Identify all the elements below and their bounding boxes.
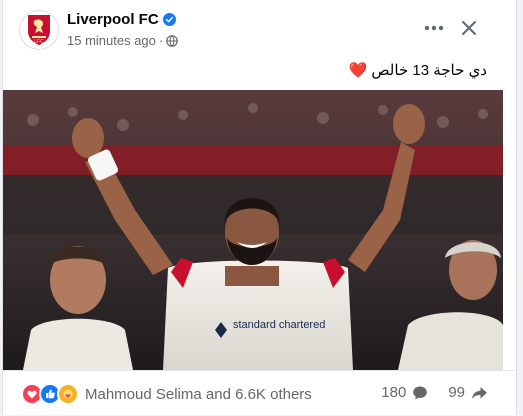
scrollbar[interactable] <box>517 0 523 415</box>
post-caption: دي حاجة 13 خالص ❤️ <box>348 62 487 79</box>
sponsor-text: standard chartered <box>233 319 325 331</box>
post-photo[interactable]: standard chartered <box>3 90 503 370</box>
liverpool-crest-icon: LFC <box>28 15 50 45</box>
post-footer: Mahmoud Selima and 6.6K others 180 99 <box>3 370 516 416</box>
share-icon[interactable] <box>471 385 488 401</box>
globe-icon[interactable] <box>166 34 179 47</box>
verified-badge-icon <box>162 13 176 26</box>
comments-count[interactable]: 180 <box>381 384 406 401</box>
care-icon <box>57 383 79 405</box>
post-card: LFC Liverpool FC 15 minutes ago · دي حاج… <box>2 0 517 415</box>
post-header: LFC Liverpool FC 15 minutes ago · <box>3 0 516 60</box>
page-name[interactable]: Liverpool FC <box>67 11 159 28</box>
celebration-photo: standard chartered <box>3 90 503 370</box>
reactions-summary[interactable]: Mahmoud Selima and 6.6K others <box>21 383 312 405</box>
comment-icon[interactable] <box>412 385 428 401</box>
post-timestamp[interactable]: 15 minutes ago <box>67 33 156 48</box>
close-button[interactable] <box>451 10 487 46</box>
more-options-button[interactable] <box>416 10 452 46</box>
shares-count[interactable]: 99 <box>448 384 465 401</box>
page-avatar[interactable]: LFC <box>19 10 59 50</box>
close-icon <box>462 21 476 35</box>
more-horizontal-icon <box>424 25 444 31</box>
reactions-text: Mahmoud Selima and 6.6K others <box>85 385 312 403</box>
svg-text:LFC: LFC <box>34 39 44 45</box>
